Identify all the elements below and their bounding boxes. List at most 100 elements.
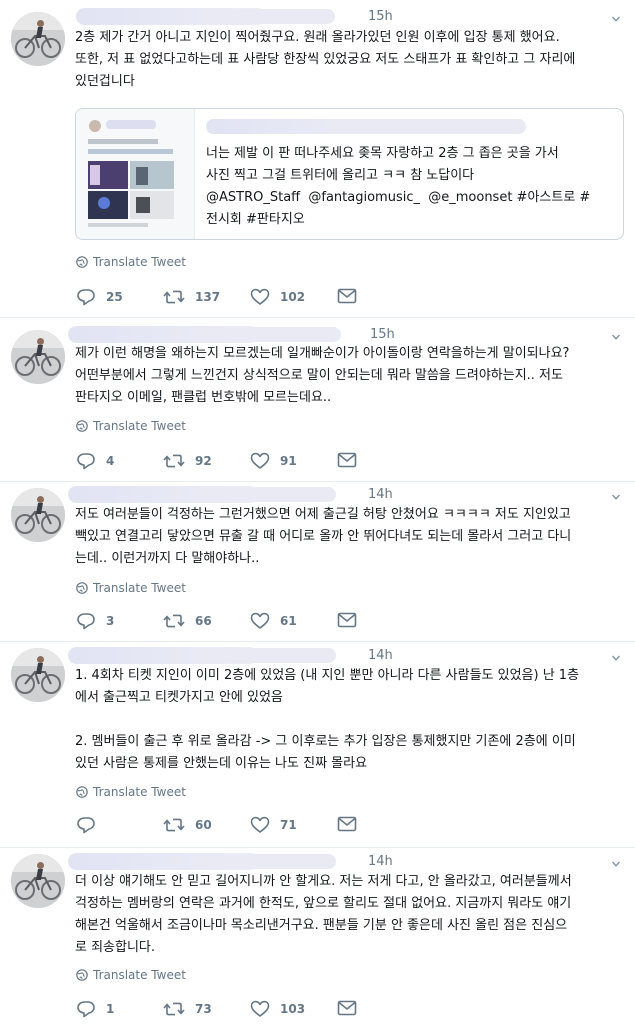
like-count: 71 <box>280 818 297 832</box>
retweet-button[interactable]: 60 <box>163 816 212 834</box>
retweet-icon <box>163 612 185 630</box>
retweet-icon <box>163 1000 185 1018</box>
retweet-count: 60 <box>195 818 212 832</box>
like-count: 61 <box>280 614 297 628</box>
translate-tweet-label: Translate Tweet <box>93 581 186 595</box>
direct-message-button[interactable] <box>337 612 367 628</box>
globe-icon <box>76 256 88 268</box>
retweet-count: 92 <box>195 454 212 468</box>
retweet-icon <box>163 288 185 306</box>
redacted-quote-username <box>326 119 526 134</box>
globe-icon <box>76 582 88 594</box>
tweet-actions: 25 137 102 <box>76 288 366 308</box>
like-button[interactable]: 71 <box>250 816 297 834</box>
mail-icon <box>337 288 357 304</box>
tweet-actions: 1 73 103 <box>76 1000 366 1020</box>
like-button[interactable]: 61 <box>250 612 297 630</box>
reply-icon <box>76 612 96 630</box>
reply-count: 25 <box>106 290 123 304</box>
redacted-username <box>196 327 341 342</box>
heart-icon <box>250 612 270 630</box>
like-count: 91 <box>280 454 297 468</box>
tweet[interactable]: 15h 2층 제가 간거 아니고 지인이 찍어줬구요. 원래 올라가있던 인원 … <box>0 0 635 318</box>
chevron-down-icon[interactable] <box>611 14 621 24</box>
translate-tweet-label: Translate Tweet <box>93 419 186 433</box>
tweet-text: 저도 여러분들이 걱정하는 그런거했으면 어제 출근길 허탕 안쳤어요 ㅋㅋㅋㅋ… <box>75 507 572 566</box>
chevron-down-icon[interactable] <box>611 332 621 342</box>
tweet-text: 1. 4회차 티켓 지인이 이미 2층에 있었음 (내 지인 뿐만 아니라 다른… <box>75 668 580 771</box>
direct-message-button[interactable] <box>337 1000 367 1016</box>
reply-icon <box>76 452 96 470</box>
tweet-text: 더 이상 얘기해도 안 믿고 길어지니까 안 할게요. 저는 저게 다고, 안 … <box>75 874 572 955</box>
redacted-username <box>200 9 335 24</box>
tweet-text: 2층 제가 간거 아니고 지인이 찍어줬구요. 원래 올라가있던 인원 이후에 … <box>75 30 576 89</box>
chevron-down-icon[interactable] <box>611 653 621 663</box>
translate-tweet-link[interactable]: Translate Tweet <box>76 419 186 433</box>
redacted-username <box>196 854 336 869</box>
quoted-tweet[interactable]: 너는 제발 이 판 떠나주세요 좆목 자랑하고 2층 그 좁은 곳을 가서 사진… <box>75 108 624 240</box>
retweet-button[interactable]: 137 <box>163 288 220 306</box>
tweet-timestamp[interactable]: 14h <box>368 854 393 869</box>
direct-message-button[interactable] <box>337 288 367 304</box>
reply-icon <box>76 1000 96 1018</box>
tweet[interactable]: 14h 저도 여러분들이 걱정하는 그런거했으면 어제 출근길 허탕 안쳤어요 … <box>0 482 635 642</box>
retweet-icon <box>163 452 185 470</box>
tweet-timestamp[interactable]: 15h <box>368 9 393 24</box>
tweet-timestamp[interactable]: 15h <box>370 327 395 342</box>
like-count: 103 <box>280 1002 306 1016</box>
reply-button[interactable]: 1 <box>76 1000 114 1018</box>
direct-message-button[interactable] <box>337 452 367 468</box>
redacted-username <box>196 648 336 663</box>
reply-button[interactable]: 4 <box>76 452 114 470</box>
avatar[interactable] <box>11 12 65 66</box>
quoted-tweet-text: 너는 제발 이 판 떠나주세요 좆목 자랑하고 2층 그 좁은 곳을 가서 사진… <box>206 146 591 227</box>
retweet-button[interactable]: 92 <box>163 452 212 470</box>
tweet[interactable]: 15h 제가 이런 해명을 왜하는지 모르겠는데 일개빠순이가 아이돌이랑 연락… <box>0 318 635 482</box>
tweet-timestamp[interactable]: 14h <box>368 648 393 663</box>
globe-icon <box>76 969 88 981</box>
reply-button[interactable] <box>76 816 106 834</box>
like-button[interactable]: 91 <box>250 452 297 470</box>
translate-tweet-link[interactable]: Translate Tweet <box>76 968 186 982</box>
quoted-tweet-image[interactable] <box>76 109 195 239</box>
reply-icon <box>76 816 96 834</box>
tweet-timestamp[interactable]: 14h <box>368 487 393 502</box>
avatar[interactable] <box>11 488 65 542</box>
reply-count: 4 <box>106 454 115 468</box>
translate-tweet-link[interactable]: Translate Tweet <box>76 255 186 269</box>
retweet-button[interactable]: 73 <box>163 1000 212 1018</box>
globe-icon <box>76 420 88 432</box>
chevron-down-icon[interactable] <box>611 492 621 502</box>
translate-tweet-label: Translate Tweet <box>93 785 186 799</box>
tweet[interactable]: 14h 더 이상 얘기해도 안 믿고 길어지니까 안 할게요. 저는 저게 다고… <box>0 848 635 1028</box>
like-button[interactable]: 102 <box>250 288 305 306</box>
retweet-icon <box>163 816 185 834</box>
redacted-username <box>196 487 336 502</box>
heart-icon <box>250 816 270 834</box>
avatar[interactable] <box>11 854 65 908</box>
heart-icon <box>250 452 270 470</box>
like-button[interactable]: 103 <box>250 1000 305 1018</box>
translate-tweet-link[interactable]: Translate Tweet <box>76 785 186 799</box>
reply-button[interactable]: 3 <box>76 612 114 630</box>
mail-icon <box>337 1000 357 1016</box>
heart-icon <box>250 1000 270 1018</box>
avatar[interactable] <box>11 330 65 384</box>
tweet-actions: 3 66 61 <box>76 612 366 632</box>
direct-message-button[interactable] <box>337 816 367 832</box>
mail-icon <box>337 612 357 628</box>
translate-tweet-link[interactable]: Translate Tweet <box>76 581 186 595</box>
tweet[interactable]: 14h 1. 4회차 티켓 지인이 이미 2층에 있었음 (내 지인 뿐만 아니… <box>0 642 635 848</box>
chevron-down-icon[interactable] <box>611 859 621 869</box>
translate-tweet-label: Translate Tweet <box>93 968 186 982</box>
globe-icon <box>76 786 88 798</box>
reply-button[interactable]: 25 <box>76 288 123 306</box>
retweet-button[interactable]: 66 <box>163 612 212 630</box>
avatar[interactable] <box>11 648 65 702</box>
retweet-count: 66 <box>195 614 212 628</box>
tweet-text: 제가 이런 해명을 왜하는지 모르겠는데 일개빠순이가 아이돌이랑 연락을하는게… <box>75 346 570 405</box>
heart-icon <box>250 288 270 306</box>
reply-count: 3 <box>106 614 115 628</box>
retweet-count: 137 <box>195 290 221 304</box>
mail-icon <box>337 816 357 832</box>
